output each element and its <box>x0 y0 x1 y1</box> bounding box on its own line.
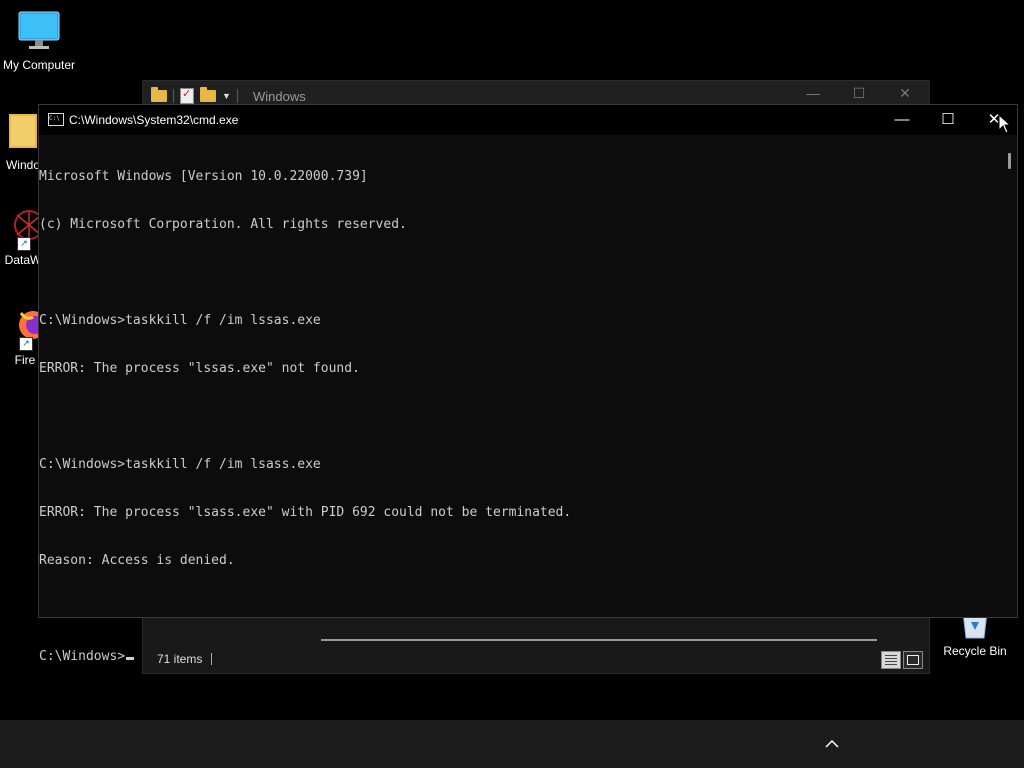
command-prompt-window[interactable]: C:\ C:\Windows\System32\cmd.exe — ☐ ✕ Mi… <box>38 104 1018 664</box>
mouse-cursor-icon <box>998 114 1012 134</box>
console-line: ERROR: The process "lssas.exe" not found… <box>39 361 360 376</box>
desktop-icon-my-computer[interactable]: My Computer <box>0 10 79 72</box>
taskbar <box>0 720 1024 768</box>
console-line: Reason: Access is denied. <box>39 553 235 568</box>
console-line: C:\Windows>taskkill /f /im lssas.exe <box>39 313 321 328</box>
explorer-title: Windows <box>253 89 306 104</box>
divider <box>236 89 238 103</box>
properties-icon[interactable] <box>180 87 194 104</box>
prompt-line[interactable]: C:\Windows> <box>39 649 999 665</box>
maximize-button[interactable]: ☐ <box>839 85 879 102</box>
divider <box>173 89 174 103</box>
maximize-button[interactable]: ☐ <box>925 105 971 135</box>
console-line: C:\Windows>taskkill /f /im lsass.exe <box>39 457 321 472</box>
text-caret <box>126 657 135 660</box>
cmd-title: C:\Windows\System32\cmd.exe <box>69 113 239 127</box>
console-output[interactable]: Microsoft Windows [Version 10.0.22000.73… <box>39 135 999 664</box>
cmd-titlebar[interactable]: C:\ C:\Windows\System32\cmd.exe — ☐ ✕ <box>39 105 1017 135</box>
shortcut-arrow-icon: ↗ <box>17 237 31 251</box>
minimize-button[interactable]: — <box>879 105 925 135</box>
folder-icon <box>3 110 43 154</box>
command-prompt: C:\Windows> <box>39 649 126 664</box>
console-line: (c) Microsoft Corporation. All rights re… <box>39 217 407 232</box>
new-folder-icon[interactable] <box>200 87 216 102</box>
desktop-icon-label: My Computer <box>2 58 76 72</box>
show-hidden-icons-chevron-up-icon[interactable] <box>822 736 842 752</box>
shortcut-arrow-icon: ↗ <box>19 337 33 351</box>
chevron-down-icon[interactable]: ▼ <box>222 91 231 101</box>
minimize-button[interactable]: — <box>793 85 833 101</box>
close-button[interactable]: ✕ <box>885 85 925 102</box>
console-line: ERROR: The process "lsass.exe" with PID … <box>39 505 572 520</box>
scrollbar-thumb[interactable] <box>1008 153 1011 169</box>
cmd-app-icon: C:\ <box>48 113 64 126</box>
folder-icon[interactable] <box>151 87 167 102</box>
quick-access-toolbar: ▼ <box>151 87 238 104</box>
console-line: Microsoft Windows [Version 10.0.22000.73… <box>39 169 368 184</box>
datawrangler-icon: ↗ <box>3 205 44 251</box>
monitor-icon <box>15 10 63 54</box>
vertical-scrollbar[interactable] <box>999 135 1017 617</box>
